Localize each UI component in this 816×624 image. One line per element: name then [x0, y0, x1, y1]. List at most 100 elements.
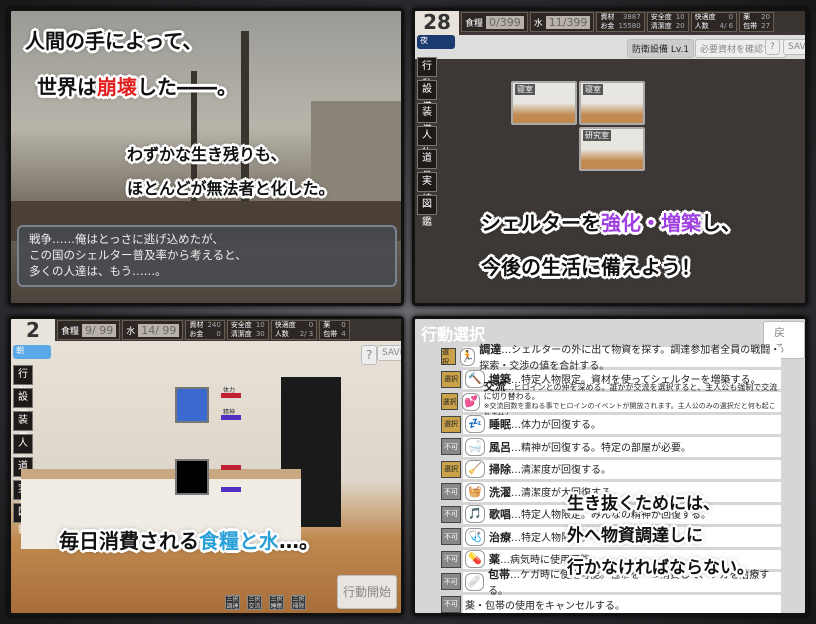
action-row[interactable]: 選択 💤 睡眠…体力が回復する。	[441, 414, 781, 434]
side-menu-図鑑[interactable]: 図鑑	[417, 195, 437, 228]
stat-value: 27	[761, 22, 771, 30]
protagonist-portrait[interactable]	[175, 459, 209, 495]
resource-stat: 食糧 9/ 99	[57, 320, 121, 340]
action-icon: 🩺	[465, 527, 485, 546]
day-counter: 2	[11, 319, 55, 345]
save-button[interactable]: SAVE	[377, 345, 401, 361]
caption-line: 行かなければならない。	[567, 558, 754, 578]
stat-label: 清潔度	[650, 22, 672, 30]
action-desc: …体力が回復する。	[511, 420, 601, 432]
room-panel: 食糧 9/ 99 水 14/ 99 資材 240 お金 0 安全度 10 清潔度 30 快適度 0 人数 2/…	[8, 316, 404, 616]
stat-value: 240	[207, 321, 221, 329]
action-name: 睡眠	[489, 418, 511, 432]
dialog-line: 戦争……俺はとっさに逃げ込めたが、	[29, 232, 224, 246]
caption-line: 外へ物資調達しに	[567, 526, 703, 546]
status-bar: 食糧 9/ 99 水 14/ 99 資材 240 お金 0 安全度 10 清潔度 30 快適度 0 人数 2/…	[11, 319, 401, 341]
save-button[interactable]: SAVE	[783, 39, 805, 55]
room-bedroom[interactable]: 寝室	[511, 81, 577, 125]
action-row[interactable]: 選択 💕 交流…ヒロインとの仲を深める。誰かが交流を選択すると、主人公も強制で交流に…	[441, 381, 781, 420]
assigned-action: 三択 調達	[225, 595, 240, 610]
side-menu-行動[interactable]: 行動	[13, 365, 33, 398]
action-desc: …清潔度が回復する。	[511, 465, 611, 477]
select-badge[interactable]: 選択	[441, 348, 456, 366]
stat-pair: 快適度 0 人数 2/ 3	[270, 320, 318, 340]
stat-pair: 安全度 10 清潔度 30	[226, 320, 269, 340]
stat-label: 水	[533, 18, 543, 29]
action-name: 歌唱	[489, 508, 511, 522]
stat-value: 14/ 99	[138, 323, 180, 337]
action-mode: 三択	[248, 596, 261, 603]
select-badge[interactable]: 選択	[441, 393, 459, 411]
dialog-line: この国のシェルター普及率から考えると、	[29, 248, 247, 262]
room-lab[interactable]: 研究室	[579, 127, 645, 171]
resource-stat: 水 11/399	[529, 12, 595, 32]
help-button[interactable]: ?	[765, 39, 780, 55]
action-name: 薬	[489, 553, 500, 567]
select-badge[interactable]: 選択	[441, 460, 461, 478]
caption-2: 世界は崩壊した――。	[37, 75, 237, 99]
stat-value: 0	[728, 13, 734, 21]
room-bedroom[interactable]: 寝室	[579, 81, 645, 125]
action-name: 洗濯	[489, 485, 511, 499]
story-panel: 人間の手によって、 世界は崩壊した――。 わずかな生き残りも、 ほとんどが無法者…	[8, 8, 404, 306]
action-text: 睡眠…体力が回復する。	[489, 416, 601, 432]
side-menu-実績[interactable]: 実績	[417, 172, 437, 205]
action-select-panel: 行動選択 戻る 選択🏃調達…シェルターの外に出て物資を探す。調達参加者全員の戦闘…	[412, 316, 808, 616]
action-icon: 🧺	[465, 482, 485, 501]
side-menu-行動[interactable]: 行動	[417, 57, 437, 90]
action-name: 睡眠	[270, 603, 283, 610]
caption-1: シェルターを強化・増築し、	[481, 211, 741, 235]
assigned-action: 三択 掃除	[291, 595, 306, 610]
action-icon: 🛁	[465, 437, 485, 456]
side-menu-設備[interactable]: 設備	[417, 80, 437, 113]
side-menu-装備[interactable]: 装備	[13, 411, 33, 444]
action-name: 掃除	[489, 463, 511, 477]
caption-2: 今後の生活に備えよう！	[481, 255, 701, 279]
stat-label: 水	[126, 326, 136, 337]
stat-value: 9/ 99	[82, 323, 117, 337]
stamina-gauge	[221, 465, 241, 470]
action-text: 掃除…清潔度が回復する。	[489, 461, 611, 477]
stat-pair: 資材 3887 お金 15580	[596, 12, 645, 32]
action-name: 治療	[489, 530, 511, 544]
action-mode: 三択	[226, 596, 239, 603]
action-name: 交流	[248, 603, 261, 610]
action-icon: 💕	[462, 392, 480, 411]
action-name: 掃除	[292, 603, 305, 610]
select-badge: 不可	[441, 550, 461, 568]
stat-label: 安全度	[650, 13, 672, 21]
action-row[interactable]: 不可 🛁 風呂…精神が回復する。特定の部屋が必要。	[441, 437, 781, 457]
time-phase: 朝	[13, 345, 51, 359]
action-desc: …シェルターの外に出て物資を探す。調達参加者全員の戦闘・探索・交渉の値を合計する…	[479, 345, 781, 373]
side-menu-道具[interactable]: 道具	[417, 149, 437, 182]
dialog-box[interactable]: 戦争……俺はとっさに逃げ込めたが、 この国のシェルター普及率から考えると、 多く…	[17, 225, 397, 287]
action-desc: 薬・包帯の使用をキャンセルする。	[465, 600, 625, 612]
day-counter: 28	[415, 11, 459, 37]
dialog-line: 多くの人達は、もう……。	[29, 264, 167, 278]
help-button[interactable]: ?	[361, 345, 378, 365]
stat-value: 11/399	[545, 15, 591, 29]
action-row[interactable]: 選択 🏃 調達…シェルターの外に出て物資を探す。調達参加者全員の戦闘・探索・交渉の値…	[441, 343, 781, 372]
stat-label: 食糧	[61, 326, 80, 337]
action-row[interactable]: 不可 薬・包帯の使用をキャンセルする。	[441, 594, 781, 613]
side-menu-設備[interactable]: 設備	[13, 388, 33, 421]
stat-pair: 安全度 10 清潔度 20	[646, 12, 689, 32]
stat-pair: 快適度 0 人数 4/ 6	[690, 12, 738, 32]
side-menu-人物[interactable]: 人物	[13, 434, 33, 467]
side-menu-人物[interactable]: 人物	[417, 126, 437, 159]
action-name: 調達	[226, 603, 239, 610]
action-text: 薬・包帯の使用をキャンセルする。	[465, 597, 625, 612]
select-badge: 不可	[441, 483, 461, 501]
stat-value: 30	[255, 330, 265, 338]
select-badge[interactable]: 選択	[441, 415, 461, 433]
heroine-portrait[interactable]	[175, 387, 209, 423]
resource-stat: 水 14/ 99	[122, 320, 184, 340]
start-action-button[interactable]: 行動開始	[337, 575, 397, 609]
caption-4: ほとんどが無法者と化した。	[127, 179, 335, 198]
action-icon: 🧹	[465, 460, 485, 479]
select-badge[interactable]: 選択	[441, 370, 461, 388]
action-row[interactable]: 選択 🧹 掃除…清潔度が回復する。	[441, 459, 781, 479]
assigned-action: 三択 交流	[247, 595, 262, 610]
action-desc: …ヒロインとの仲を深める。誰かが交流を選択すると、主人公も強制で交流に切り替わる…	[483, 383, 778, 402]
side-menu-装備[interactable]: 装備	[417, 103, 437, 136]
